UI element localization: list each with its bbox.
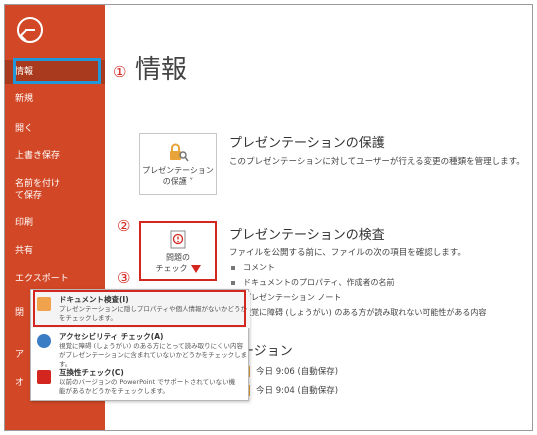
version-item[interactable]: 今日 9:06 (自動保存)	[241, 365, 338, 377]
compatibility-icon	[37, 370, 51, 384]
sidebar-item-label: オ	[15, 378, 25, 388]
sidebar-item-label: 共有	[15, 246, 34, 256]
inspect-bullet: コメント	[231, 262, 275, 273]
tile-label: 問題の	[166, 253, 190, 262]
menu-item-desc: 能があるかどうかをチェックします。	[59, 387, 169, 395]
menu-item-accessibility-check[interactable]: アクセシビリティ チェック(A) 視覚に障碍 (しょうがい) のある方にとって読…	[31, 329, 250, 368]
sidebar-item-label: 上書き保存	[15, 151, 61, 161]
menu-item-desc: 以前のバージョンの PowerPoint でサポートされていない機	[59, 378, 236, 386]
menu-item-title: アクセシビリティ チェック(A)	[59, 332, 164, 341]
sidebar-item-label: ア	[15, 350, 25, 360]
accessibility-icon	[37, 334, 51, 348]
tile-label: の保護 ˅	[162, 177, 194, 186]
inspect-bullet: 視覚に障碍 (しょうがい) のある方が読み取れない可能性がある内容	[231, 307, 486, 318]
lock-key-icon	[170, 143, 189, 162]
sidebar-item-save-as[interactable]: 名前を付けて保存	[5, 178, 65, 202]
tile-label: プレゼンテーション	[142, 166, 214, 175]
sidebar-item-export[interactable]: エクスポート	[5, 273, 105, 285]
check-document-icon	[170, 230, 186, 249]
inspect-description: ファイルを公開する前に、ファイルの次の項目を確認します。	[229, 248, 466, 258]
sidebar-item-print[interactable]: 印刷	[5, 217, 105, 229]
tile-label: チェック	[155, 264, 188, 273]
sidebar-item-label: 名前を付けて保存	[15, 179, 61, 201]
menu-item-title: 互換性チェック(C)	[59, 368, 124, 377]
dropdown-arrow-icon	[190, 264, 201, 273]
page-title: 情報	[135, 55, 188, 85]
sidebar-item-share[interactable]: 共有	[5, 245, 105, 257]
annotation-marker-1: ①	[113, 63, 127, 81]
protect-heading: プレゼンテーションの保護	[229, 136, 385, 151]
sidebar-item-label: 閉	[15, 308, 25, 318]
backstage-window: 情報 新規 開く 上書き保存 名前を付けて保存 印刷 共有 エクスポート 閉 ア…	[4, 4, 533, 431]
sidebar-item-open[interactable]: 開く	[5, 123, 105, 135]
sidebar-item-save[interactable]: 上書き保存	[5, 150, 105, 162]
sidebar-item-new[interactable]: 新規	[5, 93, 105, 105]
back-arrow-icon[interactable]	[17, 17, 43, 43]
annotation-marker-3: ③	[117, 269, 131, 287]
protect-description: このプレゼンテーションに対してユーザーが行える変更の種類を管理します。	[229, 157, 525, 167]
sidebar-item-label: 印刷	[15, 218, 34, 228]
check-for-issues-button[interactable]: 問題の チェック	[139, 221, 217, 281]
inspect-heading: プレゼンテーションの検査	[229, 228, 385, 243]
menu-item-compatibility-check[interactable]: 互換性チェック(C) 以前のバージョンの PowerPoint でサポートされて…	[31, 365, 250, 401]
sidebar-item-label: エクスポート	[15, 274, 69, 284]
sidebar-item-label: 新規	[15, 94, 34, 104]
annotation-marker-2: ②	[117, 217, 131, 235]
protect-presentation-button[interactable]: プレゼンテーション の保護 ˅	[139, 133, 217, 195]
version-item[interactable]: 今日 9:04 (自動保存)	[241, 384, 338, 396]
menu-item-desc: 視覚に障碍 (しょうがい) のある方にとって読み取りにくい内容	[59, 342, 244, 350]
active-item-highlight	[13, 58, 101, 84]
inspect-document-highlight	[33, 290, 246, 327]
sidebar-item-label: 開く	[15, 124, 34, 134]
inspect-bullet: ドキュメントのプロパティ、作成者の名前	[231, 277, 395, 288]
